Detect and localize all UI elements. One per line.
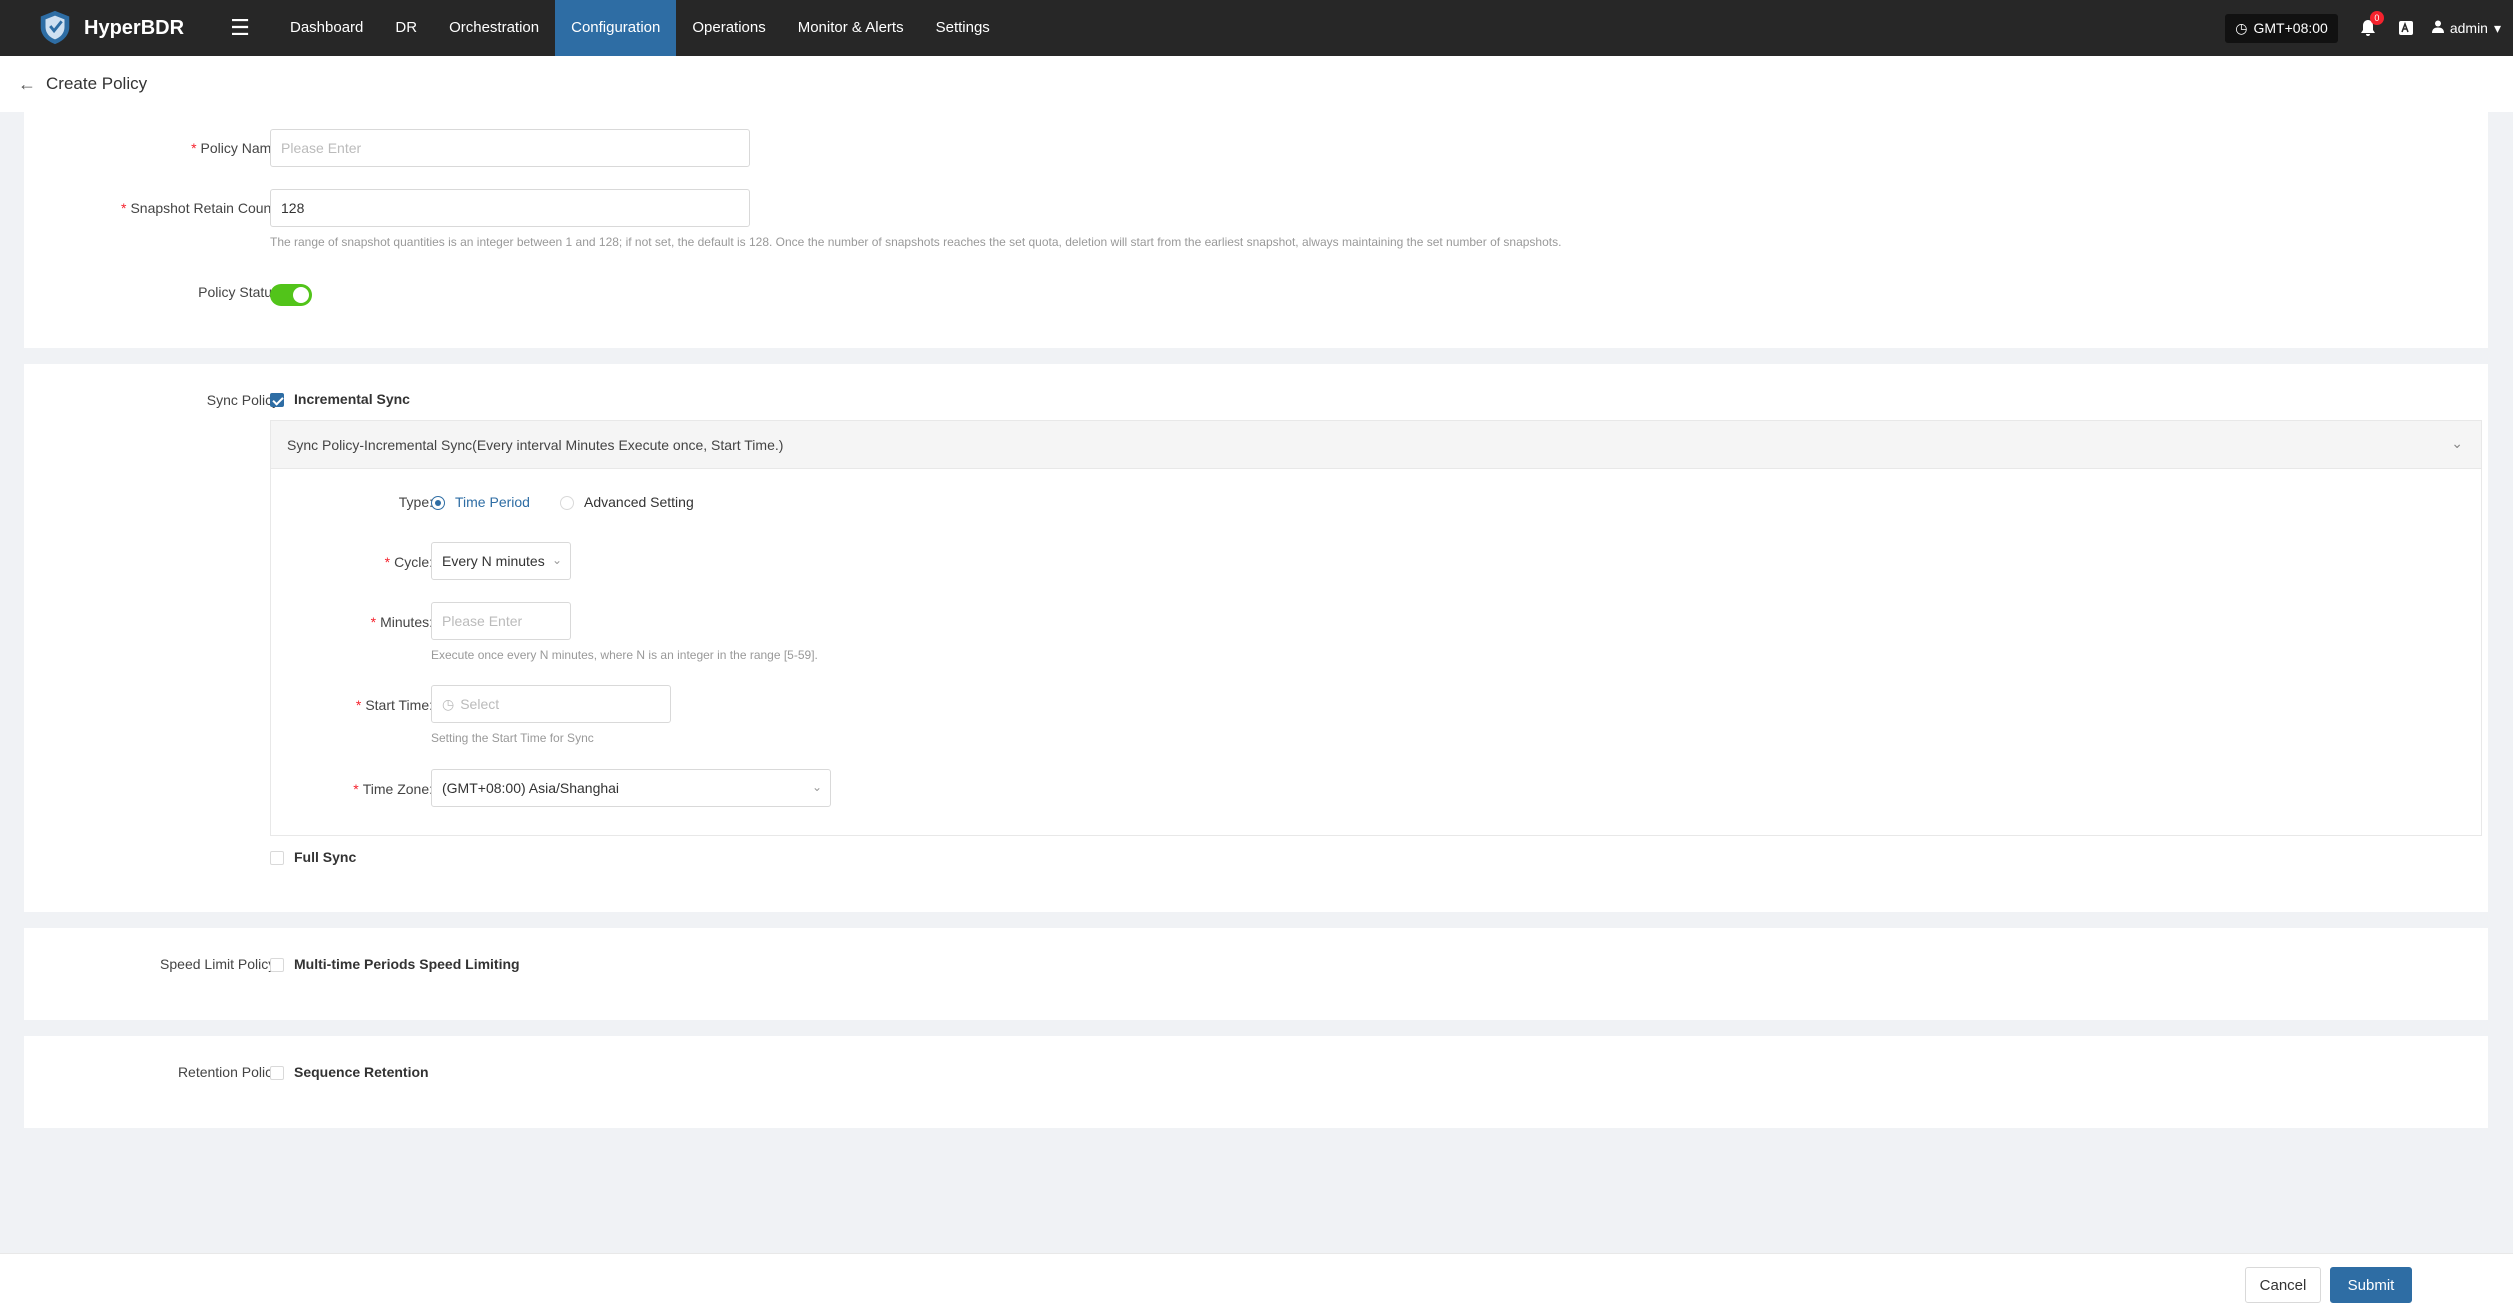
type-time-period-radio[interactable] [431,496,445,510]
nav-monitor-alerts[interactable]: Monitor & Alerts [782,0,920,56]
nav-configuration[interactable]: Configuration [555,0,677,56]
chevron-down-icon: ⌄ [2451,435,2463,451]
basic-info-card: * Policy Name: Please Enter * Snapshot Ret… [24,112,2488,348]
incremental-sync-checkbox[interactable] [270,393,284,407]
sequence-retention-label: Sequence Retention [294,1064,429,1080]
type-label: Type: [398,494,433,510]
cycle-label: * Cycle: [384,554,433,570]
start-time-label: * Start Time: [355,697,433,713]
shield-logo-icon [36,8,74,49]
user-icon [2431,20,2444,36]
translate-icon[interactable] [2398,20,2414,36]
start-time-picker[interactable]: ◷ Select [431,685,671,723]
nav-operations[interactable]: Operations [676,0,781,56]
speed-limit-label: Speed Limit Policy : [160,956,283,972]
chevron-down-icon: ⌄ [811,780,822,794]
menu-icon[interactable]: ☰ [222,10,258,46]
minutes-hint: Execute once every N minutes, where N is… [431,648,818,662]
clock-icon: ◷ [2235,19,2248,36]
policy-status-toggle[interactable] [270,284,312,306]
speed-limit-option-label: Multi-time Periods Speed Limiting [294,956,520,972]
start-time-hint: Setting the Start Time for Sync [431,731,594,745]
speed-limit-checkbox[interactable] [270,958,284,972]
nav-orchestration[interactable]: Orchestration [433,0,555,56]
full-sync-label: Full Sync [294,849,357,865]
submit-button[interactable]: Submit [2330,1267,2412,1303]
incremental-sync-label: Incremental Sync [294,391,410,407]
notification-badge: 0 [2369,11,2384,25]
top-navbar: HyperBDR ☰ Dashboard DR Orchestration Co… [0,0,2513,56]
start-time-placeholder: Select [460,696,500,712]
bell-icon[interactable]: 0 [2360,11,2384,37]
type-advanced-label[interactable]: Advanced Setting [584,494,694,510]
snapshot-retain-label: * Snapshot Retain Count : [121,200,283,216]
nav-dashboard[interactable]: Dashboard [274,0,379,56]
timezone-text: GMT+08:00 [2253,20,2328,36]
form-footer: Cancel Submit [0,1253,2513,1315]
type-time-period-label[interactable]: Time Period [455,494,530,510]
user-name: admin [2449,20,2488,36]
minutes-input[interactable]: Please Enter [431,602,571,640]
incremental-sync-panel: Sync Policy-Incremental Sync(Every inter… [270,420,2482,836]
snapshot-hint: The range of snapshot quantities is an i… [270,235,1562,249]
snapshot-retain-input[interactable]: 128 [270,189,750,227]
incremental-sync-panel-header[interactable]: Sync Policy-Incremental Sync(Every inter… [271,421,2481,469]
timezone-badge[interactable]: ◷ GMT+08:00 [2225,13,2338,43]
main-nav: Dashboard DR Orchestration Configuration… [274,0,1006,56]
panel-title: Sync Policy-Incremental Sync(Every inter… [287,436,784,453]
top-right-tools: ◷ GMT+08:00 0 admin ▾ [2225,0,2501,56]
full-sync-checkbox[interactable] [270,851,284,865]
chevron-down-icon: ⌄ [551,553,562,567]
brand-name: HyperBDR [84,16,185,39]
back-arrow-icon[interactable]: ← [18,74,36,95]
clock-icon: ◷ [442,695,455,712]
cancel-button[interactable]: Cancel [2245,1267,2321,1303]
minutes-label: * Minutes: [370,614,433,630]
time-zone-label: * Time Zone: [353,781,433,797]
time-zone-select[interactable]: (GMT+08:00) Asia/Shanghai ⌄ [431,769,831,807]
caret-down-icon: ▾ [2493,19,2501,36]
retention-card: Retention Policy: Sequence Retention [24,1036,2488,1128]
policy-name-input[interactable]: Please Enter [270,129,750,167]
speed-limit-card: Speed Limit Policy : Multi-time Periods … [24,928,2488,1020]
cycle-value: Every N minutes [442,553,545,569]
time-zone-value: (GMT+08:00) Asia/Shanghai [442,780,620,796]
sequence-retention-checkbox[interactable] [270,1066,284,1080]
cycle-select[interactable]: Every N minutes ⌄ [431,542,571,580]
page-title: Create Policy [46,74,148,93]
nav-settings[interactable]: Settings [920,0,1006,56]
brand-logo[interactable]: HyperBDR [36,8,206,49]
sync-policy-card: Sync Policy: Incremental Sync Sync Polic… [24,364,2488,912]
page-header: ← Create Policy [0,56,2513,112]
type-advanced-radio[interactable] [560,496,574,510]
user-menu[interactable]: admin ▾ [2431,19,2501,37]
nav-dr[interactable]: DR [379,0,433,56]
retention-label: Retention Policy: [177,1064,283,1080]
